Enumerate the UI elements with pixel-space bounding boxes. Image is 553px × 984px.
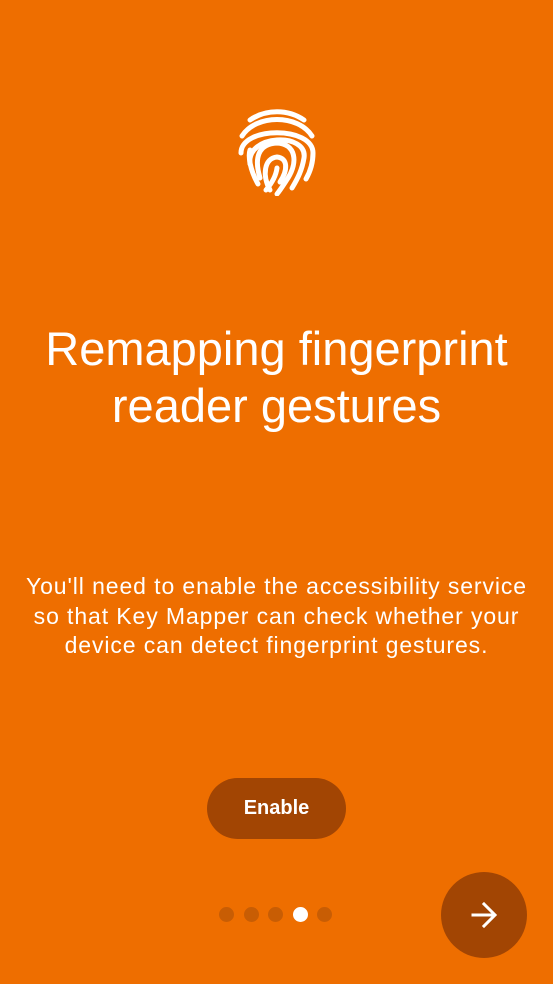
page-dot-5 — [317, 907, 332, 922]
page-indicator — [219, 907, 332, 922]
enable-button[interactable]: Enable — [207, 778, 346, 839]
page-dot-4-current — [292, 907, 308, 922]
arrow-right-icon — [470, 901, 498, 929]
app-intro-slide: Remapping fingerprint reader gestures Yo… — [0, 0, 553, 984]
slide-title: Remapping fingerprint reader gestures — [45, 322, 508, 432]
fingerprint-icon — [236, 106, 318, 197]
page-dot-2 — [243, 907, 259, 922]
page-dot-1 — [219, 907, 234, 922]
slide-description: You'll need to enable the accessibility … — [25, 573, 527, 658]
page-dot-3 — [268, 907, 283, 922]
next-button[interactable] — [441, 872, 527, 958]
